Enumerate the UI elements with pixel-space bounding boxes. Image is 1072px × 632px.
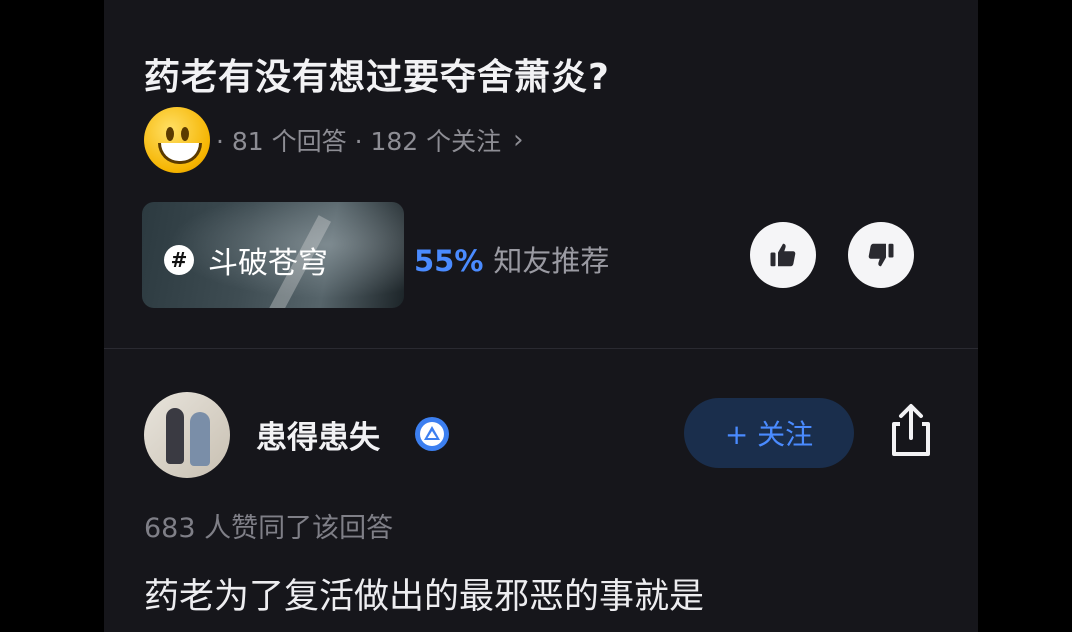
recommend-label: 知友推荐 (493, 244, 610, 278)
thumbs-down-icon (868, 243, 894, 267)
follow-button[interactable]: + 关注 (684, 398, 854, 468)
verified-badge-icon (415, 417, 449, 451)
question-stats: · 81 个回答 · 182 个关注 (216, 127, 502, 156)
author-avatar[interactable] (144, 392, 230, 478)
agree-count: 683 人赞同了该回答 (144, 513, 394, 544)
question-title[interactable]: 药老有没有想过要夺舍萧炎? (144, 48, 610, 100)
recommend-percent: 55% (414, 244, 484, 278)
smiley-emoji-icon (144, 107, 210, 173)
section-divider (104, 348, 978, 349)
author-name[interactable]: 患得患失 (256, 412, 380, 457)
share-icon[interactable] (886, 402, 936, 458)
thumbs-up-button[interactable] (750, 222, 816, 288)
recommend-rate: 55% 知友推荐 (414, 238, 609, 280)
question-screen: 药老有没有想过要夺舍萧炎? · 81 个回答 · 182 个关注 › # 斗破苍… (104, 0, 978, 632)
topic-name: 斗破苍穹 (208, 246, 328, 281)
chevron-right-icon: › (513, 125, 524, 155)
thumbs-up-icon (770, 243, 796, 267)
thumbs-down-button[interactable] (848, 222, 914, 288)
hash-icon: # (164, 245, 194, 275)
topic-card[interactable]: # 斗破苍穹 (142, 202, 404, 308)
topic-chip[interactable]: # 斗破苍穹 (164, 238, 328, 282)
answer-content[interactable]: 药老为了复活做出的最邪恶的事就是 (144, 568, 704, 619)
question-meta-row[interactable]: · 81 个回答 · 182 个关注 › (144, 107, 524, 173)
